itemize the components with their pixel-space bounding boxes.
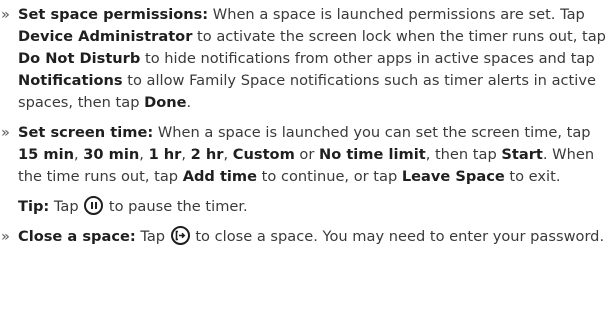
separator-text: , — [181, 146, 191, 163]
term-notifications: Notifications — [18, 72, 123, 89]
tip-note: Tip: Tap to pause the timer. — [0, 196, 615, 218]
list-item-space-permissions: » Set space permissions: When a space is … — [0, 4, 615, 114]
body-text: to exit. — [504, 168, 561, 185]
document-body: » Set space permissions: When a space is … — [0, 4, 615, 248]
item-heading: Set space permissions: — [18, 6, 209, 23]
body-text: to pause the timer. — [104, 198, 248, 215]
bullet-marker: » — [1, 6, 10, 23]
tip-label: Tip: — [18, 198, 50, 215]
body-text: to close a space. You may need to enter … — [190, 228, 605, 245]
term-leave-space: Leave Space — [401, 168, 505, 185]
exit-icon — [170, 226, 190, 245]
separator-text: , — [139, 146, 149, 163]
option-30-min: 30 min — [83, 146, 140, 163]
option-2-hr: 2 hr — [190, 146, 224, 163]
term-add-time: Add time — [182, 168, 258, 185]
term-start: Start — [501, 146, 543, 163]
option-custom: Custom — [232, 146, 295, 163]
separator-text: or — [294, 146, 319, 163]
term-device-administrator: Device Administrator — [18, 28, 193, 45]
body-text: to hide notifications from other apps in… — [140, 50, 595, 67]
item-heading: Close a space: — [18, 228, 136, 245]
body-text: When a space is launched permissions are… — [208, 6, 585, 23]
option-1-hr: 1 hr — [148, 146, 182, 163]
body-text: . — [186, 94, 192, 111]
term-do-not-disturb: Do Not Disturb — [18, 50, 141, 67]
bullet-marker: » — [1, 228, 10, 245]
separator-text: , — [223, 146, 233, 163]
body-text: to continue, or tap — [257, 168, 402, 185]
item-heading: Set screen time: — [18, 124, 154, 141]
body-text: When a space is launched you can set the… — [153, 124, 591, 141]
term-done: Done — [144, 94, 187, 111]
separator-text: , — [74, 146, 84, 163]
list-item-screen-time: » Set screen time: When a space is launch… — [0, 122, 615, 188]
option-15-min: 15 min — [18, 146, 74, 163]
pause-icon — [84, 196, 104, 215]
option-no-time-limit: No time limit — [319, 146, 426, 163]
body-text: Tap — [135, 228, 170, 245]
list-item-close-space: » Close a space: Tap to close a space. Yo… — [0, 226, 615, 248]
body-text: , then tap — [425, 146, 502, 163]
bullet-marker: » — [1, 124, 10, 141]
body-text: Tap — [49, 198, 84, 215]
body-text: to activate the screen lock when the tim… — [192, 28, 606, 45]
